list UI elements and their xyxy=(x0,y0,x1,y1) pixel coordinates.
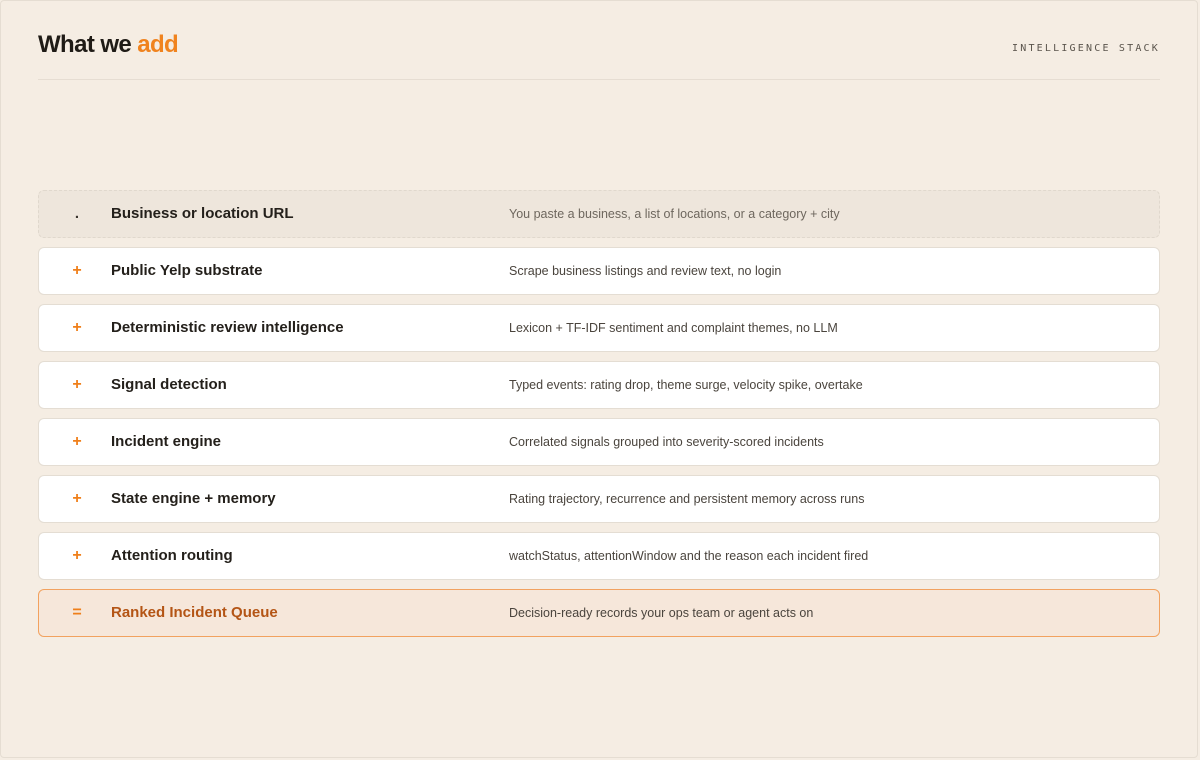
row-description: Rating trajectory, recurrence and persis… xyxy=(509,492,865,506)
stack-row-review-intelligence: + Deterministic review intelligence Lexi… xyxy=(38,304,1160,352)
row-name: Signal detection xyxy=(111,376,227,393)
row-name: State engine + memory xyxy=(111,490,276,507)
stack-row-signal-detection: + Signal detection Typed events: rating … xyxy=(38,361,1160,409)
row-description: watchStatus, attentionWindow and the rea… xyxy=(509,549,869,563)
stack-row-incident-engine: + Incident engine Correlated signals gro… xyxy=(38,418,1160,466)
plus-icon: + xyxy=(72,490,82,507)
row-symbol: . xyxy=(74,205,80,222)
title-main: What we xyxy=(38,31,132,58)
section-kicker: INTELLIGENCE STACK xyxy=(1012,43,1160,54)
stack-row-state-engine: + State engine + memory Rating trajector… xyxy=(38,475,1160,523)
plus-icon: + xyxy=(72,433,82,450)
row-description: Scrape business listings and review text… xyxy=(509,264,782,278)
row-description: Typed events: rating drop, theme surge, … xyxy=(509,378,863,392)
row-description: Lexicon + TF-IDF sentiment and complaint… xyxy=(509,321,838,335)
stack-row-input: . Business or location URL You paste a b… xyxy=(38,190,1160,238)
intelligence-stack-panel: What we add INTELLIGENCE STACK . Busines… xyxy=(0,0,1198,758)
row-name: Public Yelp substrate xyxy=(111,262,263,279)
page-title: What we add xyxy=(38,31,179,59)
stack-list: . Business or location URL You paste a b… xyxy=(38,190,1160,646)
row-name: Deterministic review intelligence xyxy=(111,319,344,336)
row-description: Decision-ready records your ops team or … xyxy=(509,606,814,620)
row-name: Attention routing xyxy=(111,547,233,564)
plus-icon: + xyxy=(72,319,82,336)
stack-row-yelp-substrate: + Public Yelp substrate Scrape business … xyxy=(38,247,1160,295)
stack-row-attention-routing: + Attention routing watchStatus, attenti… xyxy=(38,532,1160,580)
row-name: Incident engine xyxy=(111,433,222,450)
plus-icon: + xyxy=(72,376,82,393)
plus-icon: + xyxy=(72,547,82,564)
row-name: Ranked Incident Queue xyxy=(111,604,278,621)
equals-icon: = xyxy=(72,604,82,621)
row-description: Correlated signals grouped into severity… xyxy=(509,435,824,449)
stack-row-result: = Ranked Incident Queue Decision-ready r… xyxy=(38,589,1160,637)
title-accent: add xyxy=(137,31,179,58)
plus-icon: + xyxy=(72,262,82,279)
row-description: You paste a business, a list of location… xyxy=(509,207,840,221)
row-name: Business or location URL xyxy=(111,205,294,222)
header: What we add INTELLIGENCE STACK xyxy=(38,29,1160,80)
